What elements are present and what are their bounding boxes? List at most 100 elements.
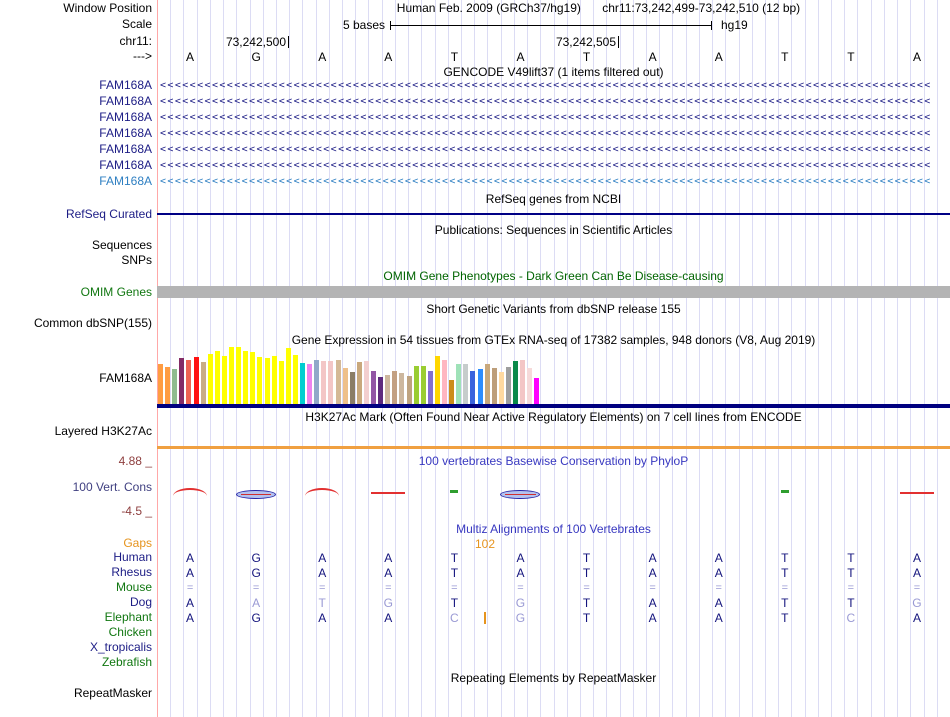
common-dbsnp-label: Common dbSNP(155) xyxy=(33,316,152,330)
gtex-tissue-bar xyxy=(434,356,440,404)
alignment-row[interactable]: AATGTGTAATTG xyxy=(157,596,950,610)
conservation-blue-oval xyxy=(500,490,541,499)
aligned-base: T xyxy=(847,596,855,610)
gtex-tissue-bar xyxy=(214,351,220,404)
alignment-row[interactable]: AGAACGTAATCA xyxy=(157,611,950,625)
gtex-expression-bar-chart[interactable] xyxy=(157,347,950,404)
aligned-base: C xyxy=(450,611,459,625)
gtex-tissue-bar xyxy=(243,351,249,404)
repeatmasker-track-title: Repeating Elements by RepeatMasker xyxy=(450,671,657,685)
gtex-tissue-bar xyxy=(513,361,518,404)
gencode-transcript[interactable]: <<<<<<<<<<<<<<<<<<<<<<<<<<<<<<<<<<<<<<<<… xyxy=(160,95,946,111)
aligned-base: T xyxy=(450,566,459,580)
aligned-base: T xyxy=(781,611,789,625)
alignment-row[interactable] xyxy=(157,641,950,655)
aligned-base: A xyxy=(516,551,525,565)
reference-base: T xyxy=(582,50,591,64)
conservation-green-tick xyxy=(780,490,789,493)
gtex-tissue-bar xyxy=(172,369,178,404)
gtex-tissue-bar xyxy=(363,361,369,404)
alignment-row[interactable]: AGAATATAATTA xyxy=(157,566,950,580)
reference-base: T xyxy=(781,50,789,64)
gtex-tissue-bar xyxy=(257,357,263,404)
gencode-gene-label: FAM168A xyxy=(99,158,152,172)
gencode-transcript[interactable]: <<<<<<<<<<<<<<<<<<<<<<<<<<<<<<<<<<<<<<<<… xyxy=(160,159,946,175)
conservation-red-line xyxy=(371,492,406,494)
aligned-base: A xyxy=(186,566,195,580)
layered-h3k27ac-label: Layered H3K27Ac xyxy=(54,424,152,438)
gencode-gene-label: FAM168A xyxy=(99,94,152,108)
h3k27ac-signal-line[interactable] xyxy=(157,446,950,449)
aligned-base: G xyxy=(251,566,261,580)
aligned-base: T xyxy=(582,566,591,580)
species-label: Zebrafish xyxy=(101,655,152,669)
gtex-tissue-bar xyxy=(371,371,376,404)
gtex-tissue-bar xyxy=(449,380,455,404)
strand-direction-arrow: ---> xyxy=(133,49,152,63)
window-position-value: Human Feb. 2009 (GRCh37/hg19) chr11:73,2… xyxy=(157,2,950,15)
aligned-base: A xyxy=(516,566,525,580)
aligned-base: A xyxy=(186,551,195,565)
reference-base: A xyxy=(384,50,393,64)
aligned-base: = xyxy=(847,582,855,594)
gtex-tissue-bar xyxy=(491,368,497,404)
gtex-tissue-bar xyxy=(221,356,227,404)
genome-browser-image: Window Position Human Feb. 2009 (GRCh37/… xyxy=(0,0,950,717)
omim-gene-bar[interactable] xyxy=(157,286,950,298)
gencode-transcript[interactable]: <<<<<<<<<<<<<<<<<<<<<<<<<<<<<<<<<<<<<<<<… xyxy=(160,143,946,159)
h3k27ac-track-title: H3K27Ac Mark (Often Found Near Active Re… xyxy=(305,410,802,424)
gtex-tissue-bar xyxy=(186,360,192,404)
gtex-tissue-bar xyxy=(442,360,447,404)
gtex-baseline[interactable] xyxy=(157,404,950,408)
gtex-tissue-bar xyxy=(321,361,327,404)
gtex-tissue-bar xyxy=(158,364,163,404)
aligned-base: T xyxy=(318,596,326,610)
gtex-tissue-bar xyxy=(179,358,185,404)
gtex-tissue-bar xyxy=(399,373,405,404)
dbsnp-track-title: Short Genetic Variants from dbSNP releas… xyxy=(426,302,681,316)
scale-ruler-line xyxy=(390,25,712,26)
species-label: Chicken xyxy=(108,625,152,639)
alignment-row[interactable]: AGAATATAATTA xyxy=(157,551,950,565)
conservation-max-tick: 4.88 _ xyxy=(118,454,152,468)
coordinate-tick-mark xyxy=(288,36,289,48)
scale-label: Scale xyxy=(121,17,152,31)
conservation-green-tick xyxy=(450,490,459,493)
gencode-transcript[interactable]: <<<<<<<<<<<<<<<<<<<<<<<<<<<<<<<<<<<<<<<<… xyxy=(160,111,946,127)
reference-base: A xyxy=(648,50,657,64)
gtex-tissue-bar xyxy=(378,377,384,404)
reference-base: T xyxy=(450,50,459,64)
scale-ruler-right-tick xyxy=(711,21,712,30)
gencode-transcript[interactable]: <<<<<<<<<<<<<<<<<<<<<<<<<<<<<<<<<<<<<<<<… xyxy=(160,127,946,143)
gtex-tissue-bar xyxy=(264,358,270,404)
gencode-transcript[interactable]: <<<<<<<<<<<<<<<<<<<<<<<<<<<<<<<<<<<<<<<<… xyxy=(160,79,946,95)
alignment-row[interactable] xyxy=(157,626,950,640)
alignment-row[interactable]: = = = = = = = = = = = = xyxy=(157,581,950,595)
gencode-transcript[interactable]: <<<<<<<<<<<<<<<<<<<<<<<<<<<<<<<<<<<<<<<<… xyxy=(160,175,946,191)
gtex-tissue-bar xyxy=(200,362,206,404)
gtex-tissue-bar xyxy=(349,372,355,404)
aligned-base: = xyxy=(252,582,260,594)
gtex-tissue-bar xyxy=(328,361,334,404)
conservation-blue-oval xyxy=(236,490,277,499)
scale-ruler-left-tick xyxy=(390,21,391,30)
aligned-base: G xyxy=(383,596,393,610)
gtex-tissue-bar xyxy=(505,367,511,404)
gencode-gene-label: FAM168A xyxy=(99,110,152,124)
refseq-gene-line[interactable] xyxy=(157,213,950,215)
reference-base: A xyxy=(516,50,525,64)
refseq-curated-label: RefSeq Curated xyxy=(65,207,152,221)
gtex-tissue-bar xyxy=(285,348,291,404)
gencode-gene-label: FAM168A xyxy=(99,174,152,188)
aligned-base: T xyxy=(582,551,591,565)
alignment-row[interactable] xyxy=(157,656,950,670)
gtex-tissue-bar xyxy=(307,364,313,404)
gtex-tissue-bar xyxy=(229,347,234,404)
gtex-tissue-bar xyxy=(236,347,242,404)
chromosome-label: chr11: xyxy=(119,34,152,48)
gtex-tissue-bar xyxy=(335,360,341,404)
gaps-row-label: Gaps xyxy=(123,536,152,550)
aligned-base: T xyxy=(450,596,459,610)
coordinate-tick-label: 73,242,505 xyxy=(555,35,616,49)
gtex-tissue-bar xyxy=(278,361,284,404)
